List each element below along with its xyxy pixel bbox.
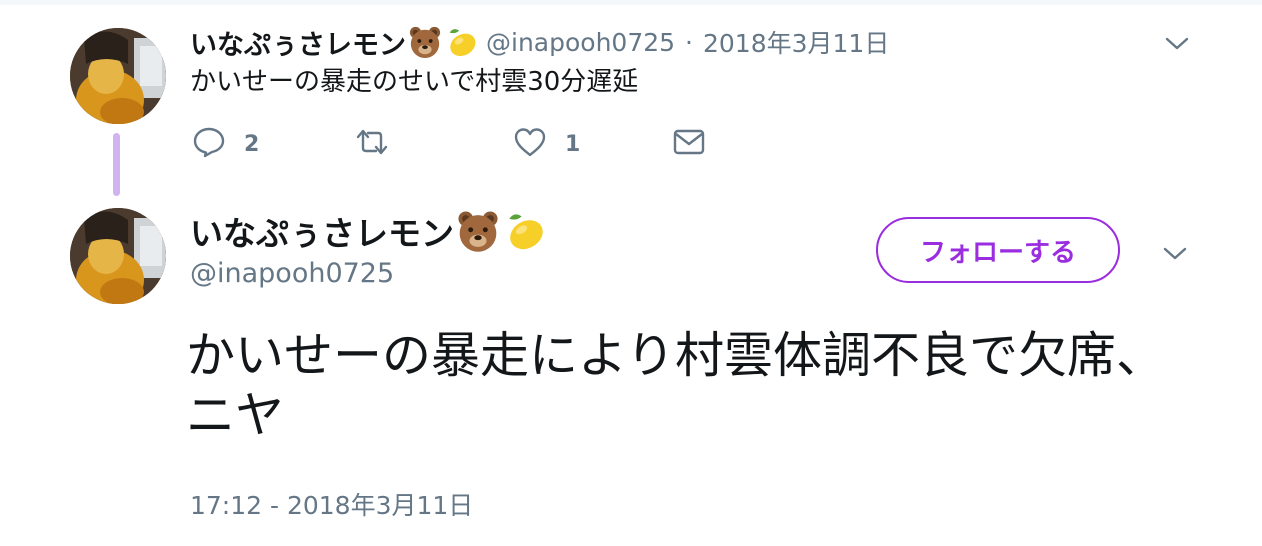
chevron-down-icon[interactable] [1162, 246, 1188, 262]
author-handle[interactable]: @inapooh0725 [190, 258, 394, 289]
retweet-button[interactable] [354, 126, 408, 162]
reply-button[interactable]: 2 [192, 126, 259, 162]
avatar[interactable] [70, 208, 166, 304]
author-display-name[interactable]: いなぷぅさレモン [190, 23, 406, 62]
chevron-down-icon[interactable] [1164, 36, 1190, 52]
tweet-timestamp[interactable]: 17:12 - 2018年3月11日 [190, 486, 473, 522]
reply-count: 2 [244, 131, 260, 157]
lemon-icon [502, 209, 546, 253]
bear-face-icon [456, 209, 500, 253]
main-tweet-author-row: いなぷぅさレモン [190, 206, 546, 256]
like-button[interactable]: 1 [513, 126, 580, 162]
reply-tweet-header: いなぷぅさレモン @inapooh0725 · 2018年3月11日 [190, 22, 889, 62]
retweet-icon [354, 126, 390, 162]
follow-button[interactable]: フォローする [876, 217, 1120, 283]
header-separator: · [685, 27, 693, 57]
top-edge [0, 0, 1262, 5]
author-display-name[interactable]: いなぷぅさレモン [190, 207, 454, 255]
bear-face-icon [408, 25, 442, 59]
envelope-icon [672, 127, 706, 161]
reply-tweet-text: かいせーの暴走のせいで村雲30分遅延 [190, 67, 639, 97]
main-tweet-text: かいせーの暴走により村雲体調不良で欠席、ニヤ [186, 327, 1166, 444]
thread-connector-line [113, 133, 120, 196]
like-count: 1 [565, 131, 581, 157]
author-handle[interactable]: @inapooh0725 [486, 28, 675, 57]
direct-message-button[interactable] [672, 126, 706, 162]
tweet-date[interactable]: 2018年3月11日 [703, 24, 889, 60]
reply-icon [192, 126, 226, 162]
lemon-icon [444, 25, 478, 59]
avatar[interactable] [70, 28, 166, 124]
heart-icon [513, 126, 547, 162]
